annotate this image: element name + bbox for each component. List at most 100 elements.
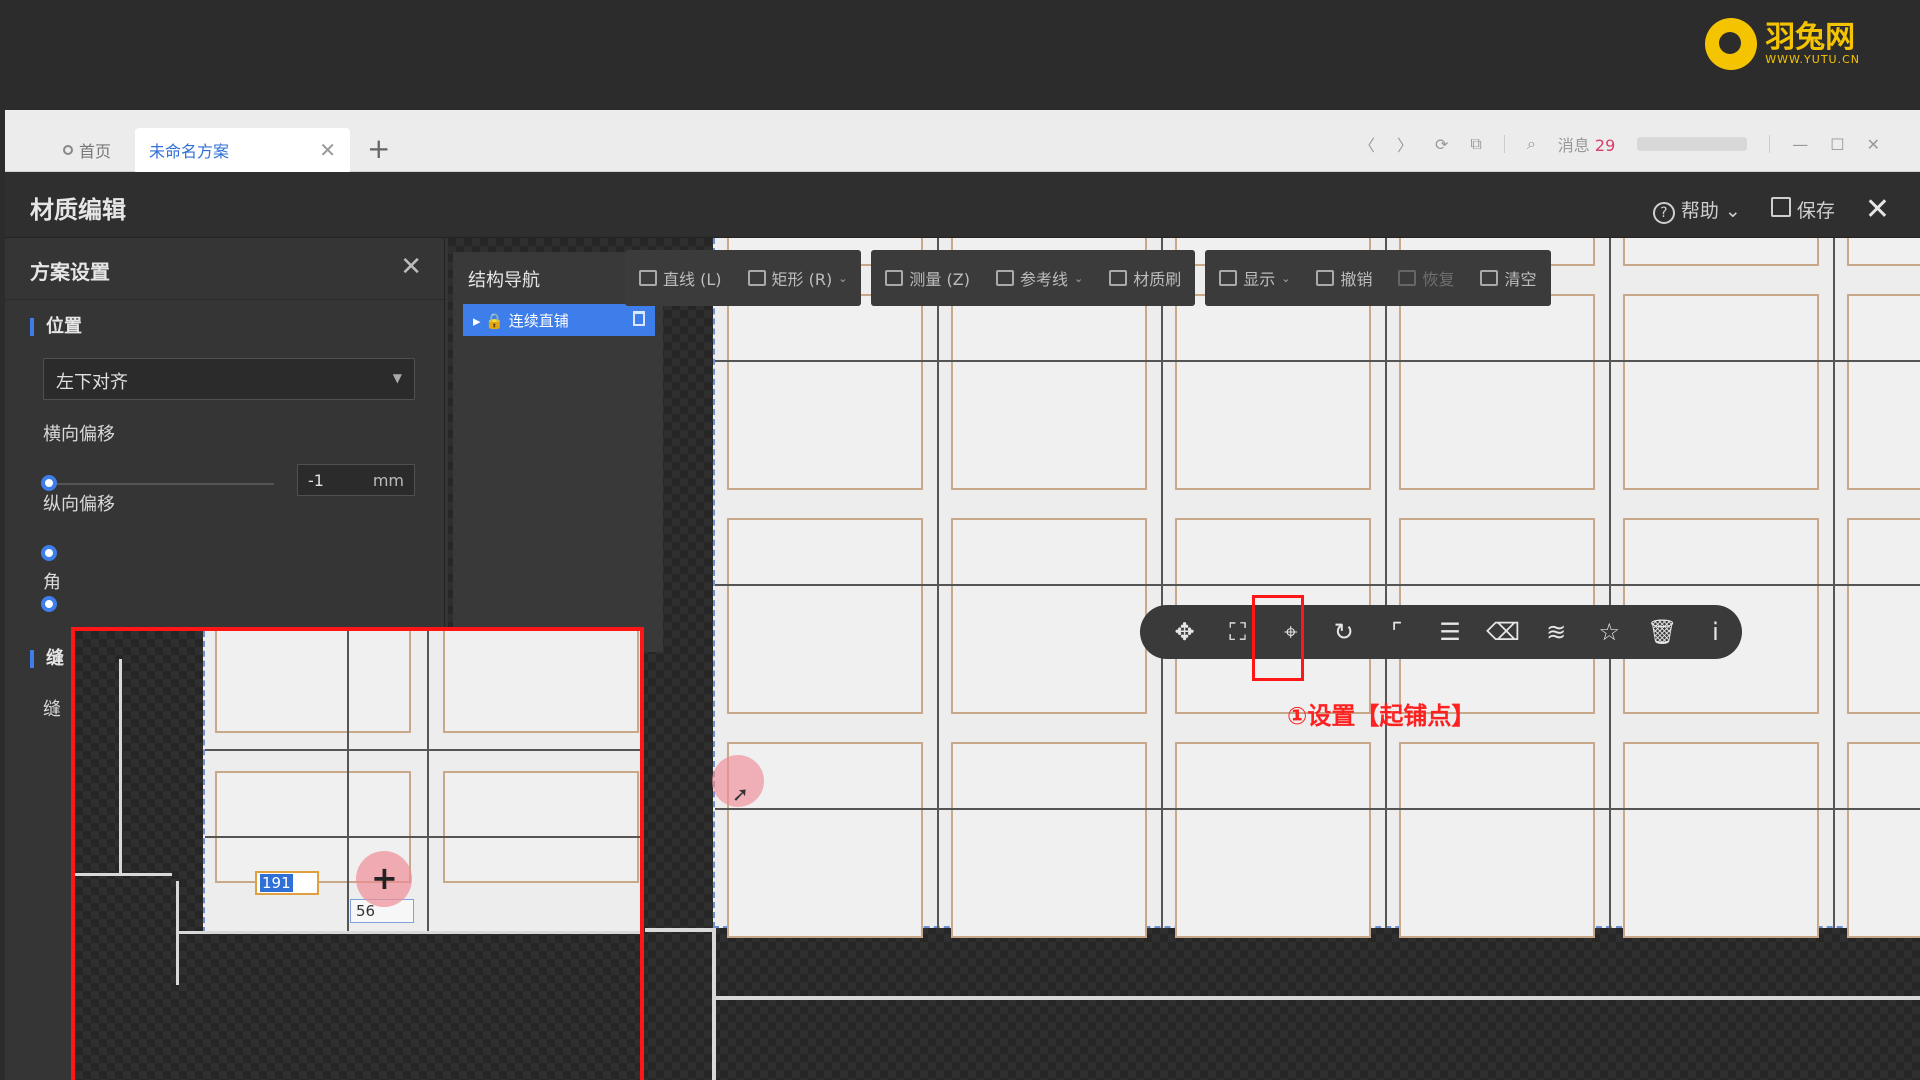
star-icon[interactable]: ☆ [1583, 605, 1636, 659]
floating-toolbar: ✥ ⛶ ⌖ ↻ ⌜ ☰ ⌫ ≋ ☆ 🗑 ⅰ [1140, 605, 1742, 659]
forward-icon[interactable]: 〉 [1397, 132, 1413, 156]
add-tab-button[interactable]: + [367, 132, 390, 165]
home-icon [63, 145, 73, 155]
tab-untitled-plan[interactable]: 未命名方案 ✕ [135, 128, 350, 172]
h-offset-value: -1 [308, 471, 324, 490]
h-offset-slider-knob[interactable] [41, 475, 57, 491]
tool-label: 测量 (Z) [909, 270, 970, 289]
window-close-icon[interactable]: ✕ [1867, 135, 1880, 154]
wall-line [75, 873, 172, 876]
eye-tool-button[interactable]: 显示 ⌄ [1219, 266, 1290, 290]
browser-controls: 〈 〉 ⟳ ⧉ ⌕ 消息 29 — ☐ ✕ [1359, 132, 1880, 156]
floor-tile [951, 294, 1147, 490]
rotate-icon[interactable]: ↻ [1317, 605, 1370, 659]
floor-tile [1623, 294, 1819, 490]
app-header: 材质编辑 ? 帮助 ⌄ 保存 ✕ [5, 172, 1920, 238]
floor-tile [1623, 238, 1819, 266]
tool-label: 恢复 [1422, 270, 1455, 289]
copy-icon[interactable]: ⧉ [1470, 134, 1481, 154]
alignment-select[interactable]: 左下对齐 ▼ [43, 358, 415, 400]
brush-tool-button[interactable]: 材质刷 [1109, 266, 1181, 290]
alignment-value: 左下对齐 [56, 372, 128, 393]
h-offset-input[interactable]: -1 mm [297, 464, 415, 496]
delete-icon[interactable] [633, 311, 645, 326]
dropdown-arrow-icon: ▼ [392, 371, 402, 385]
maximize-icon[interactable]: ☐ [1830, 135, 1844, 154]
undo-tool-button[interactable]: 撤销 [1316, 266, 1372, 290]
save-icon [1770, 197, 1791, 217]
user-account[interactable] [1637, 137, 1748, 151]
save-button[interactable]: 保存 [1770, 196, 1835, 223]
refresh-icon[interactable]: ⟳ [1435, 135, 1448, 154]
back-icon[interactable]: 〈 [1359, 132, 1375, 156]
grout-line [715, 360, 1920, 362]
highlight-box [1252, 595, 1304, 681]
rect-icon [747, 270, 766, 286]
guide-tool-button[interactable]: 参考线 ⌄ [995, 266, 1083, 290]
help-icon: ? [1652, 201, 1675, 224]
grout-line [1161, 238, 1163, 928]
close-editor-icon[interactable]: ✕ [1865, 192, 1890, 227]
v-offset-slider-knob[interactable] [41, 545, 57, 561]
floor-tile [443, 631, 639, 733]
h-offset-slider-track[interactable] [49, 483, 274, 485]
line-tool-button[interactable]: 直线 (L) [639, 266, 722, 290]
stripe-icon[interactable]: ☰ [1423, 605, 1476, 659]
tab-home[interactable]: 首页 [63, 128, 111, 172]
tool-label: 参考线 [1019, 270, 1068, 289]
tile-floor-area[interactable] [713, 238, 1920, 938]
v-offset-label: 纵向偏移 [43, 494, 115, 515]
toolbar-group: 测量 (Z) 参考线 ⌄ 材质刷 [871, 250, 1196, 306]
close-settings-icon[interactable]: ✕ [400, 252, 422, 282]
close-tab-icon[interactable]: ✕ [319, 138, 336, 162]
minimize-icon[interactable]: — [1792, 135, 1808, 154]
delete-icon[interactable]: 🗑 [1636, 605, 1689, 659]
align-corner-icon[interactable]: ⌜ [1370, 605, 1423, 659]
x-coordinate-input[interactable]: 191 [255, 871, 319, 895]
floor-tile [215, 631, 411, 733]
messages-button[interactable]: 消息 29 [1558, 132, 1615, 156]
chevron-down-icon[interactable]: ⌄ [1074, 272, 1083, 285]
wall-line [119, 659, 122, 875]
structure-item-label: 连续直铺 [508, 312, 569, 330]
chevron-down-icon[interactable]: ⌄ [1281, 272, 1290, 285]
tool-label: 矩形 (R) [771, 270, 833, 289]
angle-slider-knob[interactable] [41, 596, 57, 612]
grout-line [1609, 238, 1611, 928]
expand-arrow-icon[interactable]: ▸ 🔒 [473, 312, 509, 330]
canvas-toolbar: 直线 (L) 矩形 (R) ⌄ 测量 (Z) 参考线 ⌄ 材质刷 显示 ⌄ 撤销 恢复 清空 [625, 250, 1551, 306]
measure-tool-button[interactable]: 测量 (Z) [885, 266, 970, 290]
floor-tile [1399, 742, 1595, 938]
h-offset-label: 横向偏移 [43, 424, 115, 445]
grout-line [715, 584, 1920, 586]
chevron-down-icon[interactable]: ⌄ [838, 272, 847, 285]
rect-tool-button[interactable]: 矩形 (R) ⌄ [747, 266, 847, 290]
redo-tool-button[interactable]: 恢复 [1398, 266, 1454, 290]
wall-line [179, 931, 640, 934]
gap-section-title: 缝 [30, 650, 64, 668]
logo-mark-icon [1705, 18, 1758, 70]
save-label: 保存 [1796, 200, 1835, 222]
line-icon [639, 270, 657, 286]
tool-label: 显示 [1243, 270, 1276, 289]
floor-tile [951, 742, 1147, 938]
divider [1769, 135, 1771, 153]
floor-tile [1847, 518, 1920, 714]
move-icon[interactable]: ✥ [1158, 605, 1211, 659]
undo-icon [1316, 270, 1335, 286]
angle-label: 角 [43, 572, 61, 593]
layers-icon[interactable]: ≋ [1530, 605, 1583, 659]
tool-label: 直线 (L) [663, 270, 722, 289]
search-icon[interactable]: ⌕ [1527, 134, 1536, 154]
floor-tile [1623, 742, 1819, 938]
info-icon[interactable]: ⅰ [1689, 605, 1742, 659]
page-title: 材质编辑 [30, 196, 126, 224]
design-canvas[interactable] [448, 238, 1920, 1080]
tab-home-label: 首页 [79, 142, 112, 161]
divider [1503, 135, 1505, 153]
gap-label: 缝 [43, 699, 61, 720]
eraser-tool-button[interactable]: 清空 [1480, 266, 1537, 290]
help-button[interactable]: ? 帮助 ⌄ [1652, 196, 1741, 224]
eraser-icon[interactable]: ⌫ [1477, 605, 1530, 659]
structure-item-continuous-tiling[interactable]: ▸ 🔒 连续直铺 [463, 304, 655, 336]
